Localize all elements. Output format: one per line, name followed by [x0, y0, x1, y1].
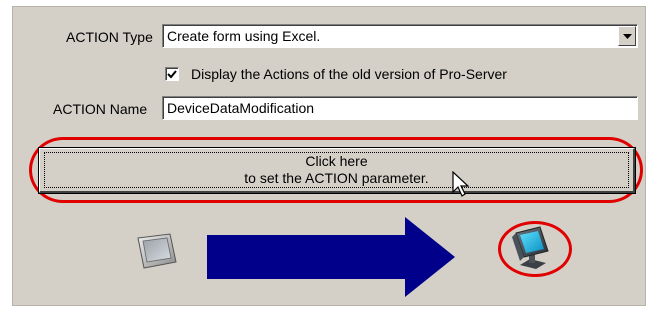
action-type-label: ACTION Type [66, 29, 153, 45]
action-type-value: Create form using Excel. [167, 28, 321, 44]
action-type-dropdown-button[interactable] [618, 26, 636, 46]
mouse-pointer-icon [452, 171, 470, 197]
set-parameter-line2: to set the ACTION parameter. [244, 170, 429, 186]
old-version-checkbox-label[interactable]: Display the Actions of the old version o… [191, 66, 507, 82]
action-settings-panel: ACTION Type Create form using Excel. Dis… [12, 6, 646, 306]
action-name-input[interactable]: DeviceDataModification [162, 96, 638, 120]
action-name-value: DeviceDataModification [167, 100, 315, 116]
highlight-oval-icon [498, 221, 572, 277]
old-version-checkbox[interactable] [165, 67, 179, 81]
set-action-parameter-button[interactable]: Click here to set the ACTION parameter. [38, 147, 636, 194]
checkmark-icon [167, 70, 177, 79]
dropdown-arrow-icon [622, 33, 632, 39]
screenshot-stage: ACTION Type Create form using Excel. Dis… [0, 0, 655, 312]
set-parameter-line1: Click here [305, 153, 368, 169]
arrow-right-icon [207, 217, 455, 297]
panel-device-icon [137, 233, 177, 269]
action-name-label: ACTION Name [53, 101, 148, 117]
action-type-select[interactable]: Create form using Excel. [162, 24, 638, 48]
